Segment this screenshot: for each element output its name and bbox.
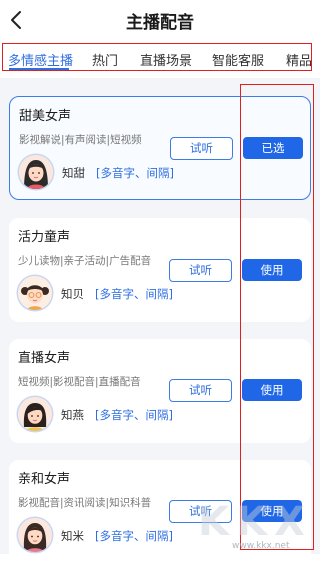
watermark-logo: K K X (198, 499, 305, 541)
avatar (19, 155, 53, 189)
voice-features: [多音字、间隔] (95, 529, 173, 543)
listen-button[interactable]: 试听 (169, 379, 232, 402)
voice-name: 亲和女声 (18, 472, 71, 487)
voice-tags: 影视配音|资讯阅读|知识科普 (18, 497, 152, 509)
voice-nickname: 知甜 (62, 166, 85, 180)
tab-smart-service[interactable]: 智能客服 (212, 50, 264, 69)
voice-tags: 影视解说|有声阅读|短视频 (19, 134, 142, 146)
voice-features: [多音字、间隔] (95, 408, 173, 422)
svg-text:K: K (198, 499, 231, 541)
voice-features: [多音字、间隔] (96, 166, 174, 180)
category-tabs: 多情感主播 热门 直播场景 智能客服 精品 (2, 43, 312, 71)
page-title: 主播配音 (126, 13, 194, 33)
header-bar: 主播配音 (0, 0, 320, 40)
voice-nickname: 知米 (61, 529, 84, 543)
tab-live-scene[interactable]: 直播场景 (140, 50, 192, 69)
highlight-box (240, 84, 314, 550)
voice-tags: 短视频|影视配音|直播配音 (18, 376, 141, 388)
listen-button[interactable]: 试听 (170, 137, 233, 160)
avatar-lady-icon (18, 518, 52, 552)
avatar-child-icon (18, 276, 52, 310)
voice-tags: 少儿读物|亲子活动|广告配音 (18, 255, 152, 267)
svg-text:X: X (274, 499, 305, 541)
avatar (18, 518, 52, 552)
avatar-girl-icon (19, 155, 53, 189)
voice-features: [多音字、间隔] (95, 287, 173, 301)
voice-name: 甜美女声 (19, 109, 72, 124)
avatar (18, 276, 52, 310)
voice-name: 直播女声 (18, 351, 71, 366)
active-tab-indicator (9, 68, 69, 70)
listen-button[interactable]: 试听 (169, 259, 232, 282)
svg-text:K: K (236, 499, 269, 541)
voice-nickname: 知燕 (61, 408, 84, 422)
tab-emotional-anchor[interactable]: 多情感主播 (8, 50, 73, 69)
avatar (18, 397, 52, 431)
voice-name: 活力童声 (18, 230, 71, 245)
tab-popular[interactable]: 热门 (92, 50, 118, 69)
tab-premium[interactable]: 精品 (286, 50, 311, 69)
avatar-woman-icon (18, 397, 52, 431)
voice-nickname: 知贝 (61, 287, 84, 301)
watermark-text: www.kkx.net (232, 541, 290, 551)
